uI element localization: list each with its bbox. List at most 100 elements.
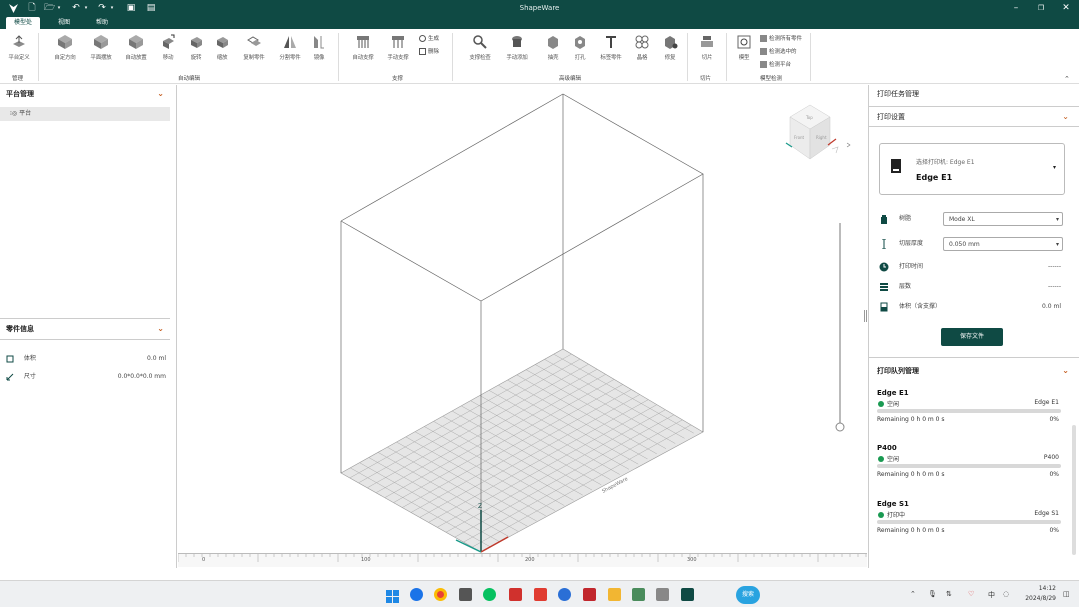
windows-taskbar: 搜索 ⌃ 🎙 ⇅ ♡ 中 ◌ 14:12 2024/8/29 ◫ [0, 580, 1079, 607]
right-panel-splitter[interactable] [864, 310, 867, 322]
wifi-icon[interactable]: ◌ [1003, 590, 1009, 598]
auto-orient-button[interactable]: 自定方向 [51, 33, 79, 73]
tab-help[interactable]: 帮助 [88, 17, 116, 29]
clock-icon [879, 262, 889, 272]
move-button[interactable]: 移动 [154, 33, 182, 73]
close-button[interactable]: ✕ [1059, 2, 1073, 14]
mail-icon[interactable] [534, 588, 547, 601]
split-button[interactable]: 分割零件 [276, 33, 304, 73]
group-label-slice: 切片 [700, 76, 712, 82]
chrome-icon[interactable] [434, 588, 447, 601]
ribbon-toolbar: 平台定义 自定方向 平面摆放 自动放置 移动 旋转 缩放 复制零件 分割零件 镜… [0, 29, 1079, 84]
photos-icon[interactable] [632, 588, 645, 601]
search-button[interactable]: 搜索 [736, 586, 760, 604]
folder-icon[interactable] [608, 588, 621, 601]
lattice-button[interactable]: 晶格 [628, 33, 656, 73]
status-dot-icon [878, 512, 884, 518]
manual-support-button[interactable]: 手动支撑 [384, 33, 412, 73]
manual-add-icon [512, 36, 522, 47]
app-title: ShapeWare [519, 4, 560, 12]
wps-writer-icon[interactable] [583, 588, 596, 601]
3d-viewport[interactable]: ShapeWare Z Top Front Right [178, 85, 867, 553]
check-platform-icon [760, 61, 767, 68]
drill-button[interactable]: 打孔 [566, 33, 594, 73]
save-file-button[interactable]: 保存文件 [941, 328, 1003, 346]
minimize-button[interactable]: – [1009, 2, 1023, 14]
mic-icon[interactable]: 🎙 [928, 590, 937, 598]
rotate-icon [191, 37, 202, 48]
layer-thickness-select[interactable]: 0.050 mm ▾ [943, 237, 1063, 251]
manual-add-button[interactable]: 手动添加 [503, 33, 531, 73]
title-bar: 🗋 🗁 ▾ ↶ ▾ ↷ ▾ ▣ ▤ ShapeWare – ❐ ✕ [0, 0, 1079, 17]
model-check-button[interactable]: 模型 [730, 33, 758, 73]
scale-button[interactable]: 缩放 [208, 33, 236, 73]
auto-place-button[interactable]: 自动放置 [122, 33, 150, 73]
print-settings-header[interactable]: 打印设置 ⌄ [877, 109, 1071, 125]
edge-browser-icon[interactable] [410, 588, 423, 601]
support-generate-button[interactable]: 生成 [419, 34, 439, 42]
tab-view[interactable]: 视图 [50, 17, 78, 29]
platform-manage-header[interactable]: 平台管理 ⌄ [0, 86, 170, 102]
clock-time[interactable]: 14:12 [1018, 585, 1056, 592]
chevron-down-icon[interactable]: ⌄ [1062, 363, 1069, 379]
view-cube[interactable]: Top Front Right [785, 104, 851, 160]
split-icon [284, 36, 296, 48]
clock-date[interactable]: 2024/8/29 [1018, 595, 1056, 602]
platform-def-button[interactable]: 平台定义 [5, 33, 33, 73]
flat-place-button[interactable]: 平面摆放 [87, 33, 115, 73]
layer-count-field: 层数 ------ [879, 280, 1065, 294]
wps-icon[interactable] [509, 588, 522, 601]
duplicate-icon [247, 36, 261, 46]
hollow-button[interactable]: 抽壳 [539, 33, 567, 73]
check-selected-button[interactable]: 检测选中的 [760, 47, 797, 55]
printer-icon [891, 159, 901, 173]
queue-item[interactable]: Edge E1 空闲 Edge E1 Remaining 0 h 0 m 0 s… [877, 389, 1067, 433]
start-button-icon[interactable] [386, 588, 399, 603]
label-part-button[interactable]: 标签零件 [597, 33, 625, 73]
duplicate-button[interactable]: 复制零件 [240, 33, 268, 73]
printer-selector[interactable]: 选择打印机: Edge E1 Edge E1 ▾ [879, 143, 1065, 195]
app-icon[interactable] [459, 588, 472, 601]
ime-lang[interactable]: 中 [988, 590, 995, 600]
cloud-icon[interactable] [558, 588, 571, 601]
part-volume-row: 体积 0.0 ml [6, 353, 166, 365]
ribbon-collapse-icon[interactable]: ⌃ [1064, 75, 1070, 83]
mirror-button[interactable]: 镜像 [305, 33, 333, 73]
auto-support-icon [357, 36, 369, 48]
progress-bar [877, 409, 1061, 413]
support-check-button[interactable]: 支撑检查 [466, 33, 494, 73]
queue-item[interactable]: Edge S1 打印中 Edge S1 Remaining 0 h 0 m 0 … [877, 500, 1067, 544]
rotate-button[interactable]: 旋转 [182, 33, 210, 73]
layer-thickness-field: 切层厚度 0.050 mm ▾ [879, 237, 1065, 251]
app-icon[interactable] [656, 588, 669, 601]
group-label-support: 支撑 [392, 76, 404, 82]
layer-slider-handle[interactable] [835, 422, 845, 432]
tab-model[interactable]: 模型处理 [6, 17, 40, 38]
auto-support-button[interactable]: 自动支撑 [349, 33, 377, 73]
notification-icon[interactable]: ◫ [1063, 590, 1070, 598]
chevron-up-icon[interactable]: ⌃ [910, 590, 916, 598]
print-queue-header[interactable]: 打印队列管理 ⌄ [877, 363, 1071, 379]
check-platform-button[interactable]: 检测平台 [760, 60, 791, 68]
shapeware-taskbar-icon[interactable] [681, 588, 694, 601]
slice-button[interactable]: 切片 [693, 33, 721, 73]
chevron-down-icon[interactable]: ⌄ [157, 321, 164, 337]
platform-tree-item[interactable]: ⁝◎ 平台 [0, 107, 170, 121]
queue-item[interactable]: P400 空闲 P400 Remaining 0 h 0 m 0 s 0% [877, 444, 1067, 488]
chevron-down-icon[interactable]: ⌄ [1062, 109, 1069, 125]
build-volume-scene[interactable]: ShapeWare Z Top Front Right [178, 85, 867, 553]
wechat-icon[interactable] [483, 588, 496, 601]
network-icon[interactable]: ⇅ [946, 590, 952, 598]
resin-select[interactable]: Mode XL ▾ [943, 212, 1063, 226]
repair-button[interactable]: 修复 [656, 33, 684, 73]
queue-scrollbar[interactable] [1072, 385, 1076, 555]
svg-text:Top: Top [805, 115, 813, 120]
support-delete-button[interactable]: 删除 [419, 47, 439, 55]
chevron-down-icon[interactable]: ⌄ [157, 86, 164, 102]
maximize-button[interactable]: ❐ [1034, 2, 1048, 14]
check-all-parts-button[interactable]: 检测所有零件 [760, 34, 802, 42]
mirror-icon [314, 36, 324, 49]
parts-info-header[interactable]: 零件信息 ⌄ [0, 321, 170, 337]
security-icon[interactable]: ♡ [968, 590, 974, 598]
model-icon [737, 35, 751, 49]
